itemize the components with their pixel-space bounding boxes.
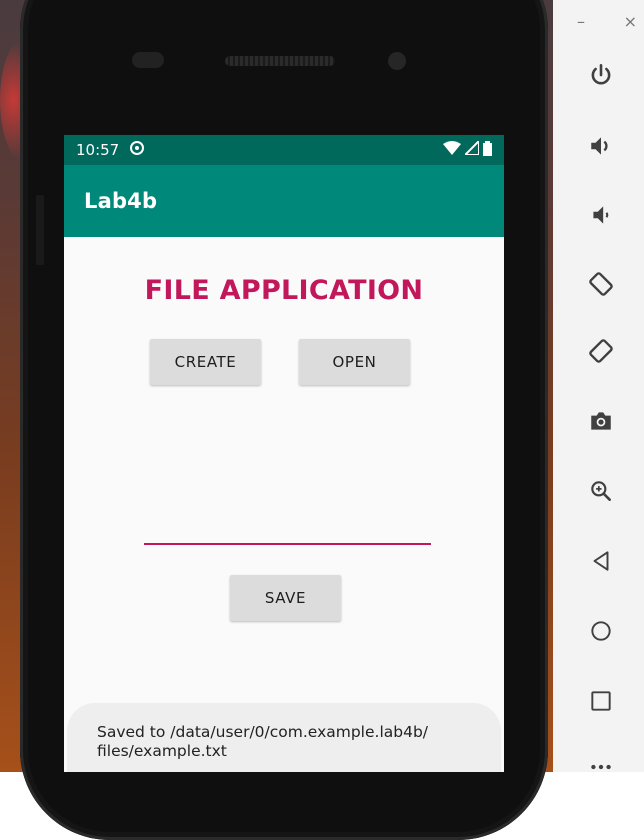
signal-icon [462,138,480,159]
window-controls: – × [577,12,637,31]
toast-line-1: Saved to /data/user/0/com.example.lab4b/ [97,723,429,741]
toast-line-2: files/example.txt [97,742,227,760]
toast-message: Saved to /data/user/0/com.example.lab4b/… [67,703,501,772]
status-icons [443,138,492,160]
more-icon[interactable] [586,752,616,782]
power-icon[interactable] [586,60,616,90]
battery-icon [483,140,492,160]
save-button[interactable]: SAVE [230,575,341,621]
speaker-grille [225,56,335,66]
volume-down-icon[interactable] [586,200,616,230]
minimize-button[interactable]: – [577,12,585,31]
open-button[interactable]: OPEN [299,339,410,385]
sensor-icon [132,52,164,68]
emulator-toolbar: – × [553,0,644,772]
app-bar: Lab4b [64,165,504,237]
file-content-input[interactable] [144,507,431,545]
zoom-icon[interactable] [586,476,616,506]
page-heading: FILE APPLICATION [144,275,424,306]
volume-up-icon[interactable] [586,131,616,161]
camera-icon[interactable] [586,406,616,436]
rotate-right-icon[interactable] [586,336,616,366]
device-screen: 10:57 Lab4b FILE APPLICATION CREATE OPEN… [64,135,504,772]
side-button [36,195,44,265]
home-icon[interactable] [586,616,616,646]
rotate-left-icon[interactable] [586,269,616,299]
status-bar: 10:57 [64,135,504,165]
app-title: Lab4b [84,189,158,213]
wifi-icon [443,141,461,159]
create-button[interactable]: CREATE [150,339,261,385]
back-icon[interactable] [586,546,616,576]
front-camera-icon [388,52,406,70]
status-time: 10:57 [76,141,120,159]
overview-icon[interactable] [586,686,616,716]
notification-icon [129,140,145,160]
close-button[interactable]: × [624,12,637,31]
